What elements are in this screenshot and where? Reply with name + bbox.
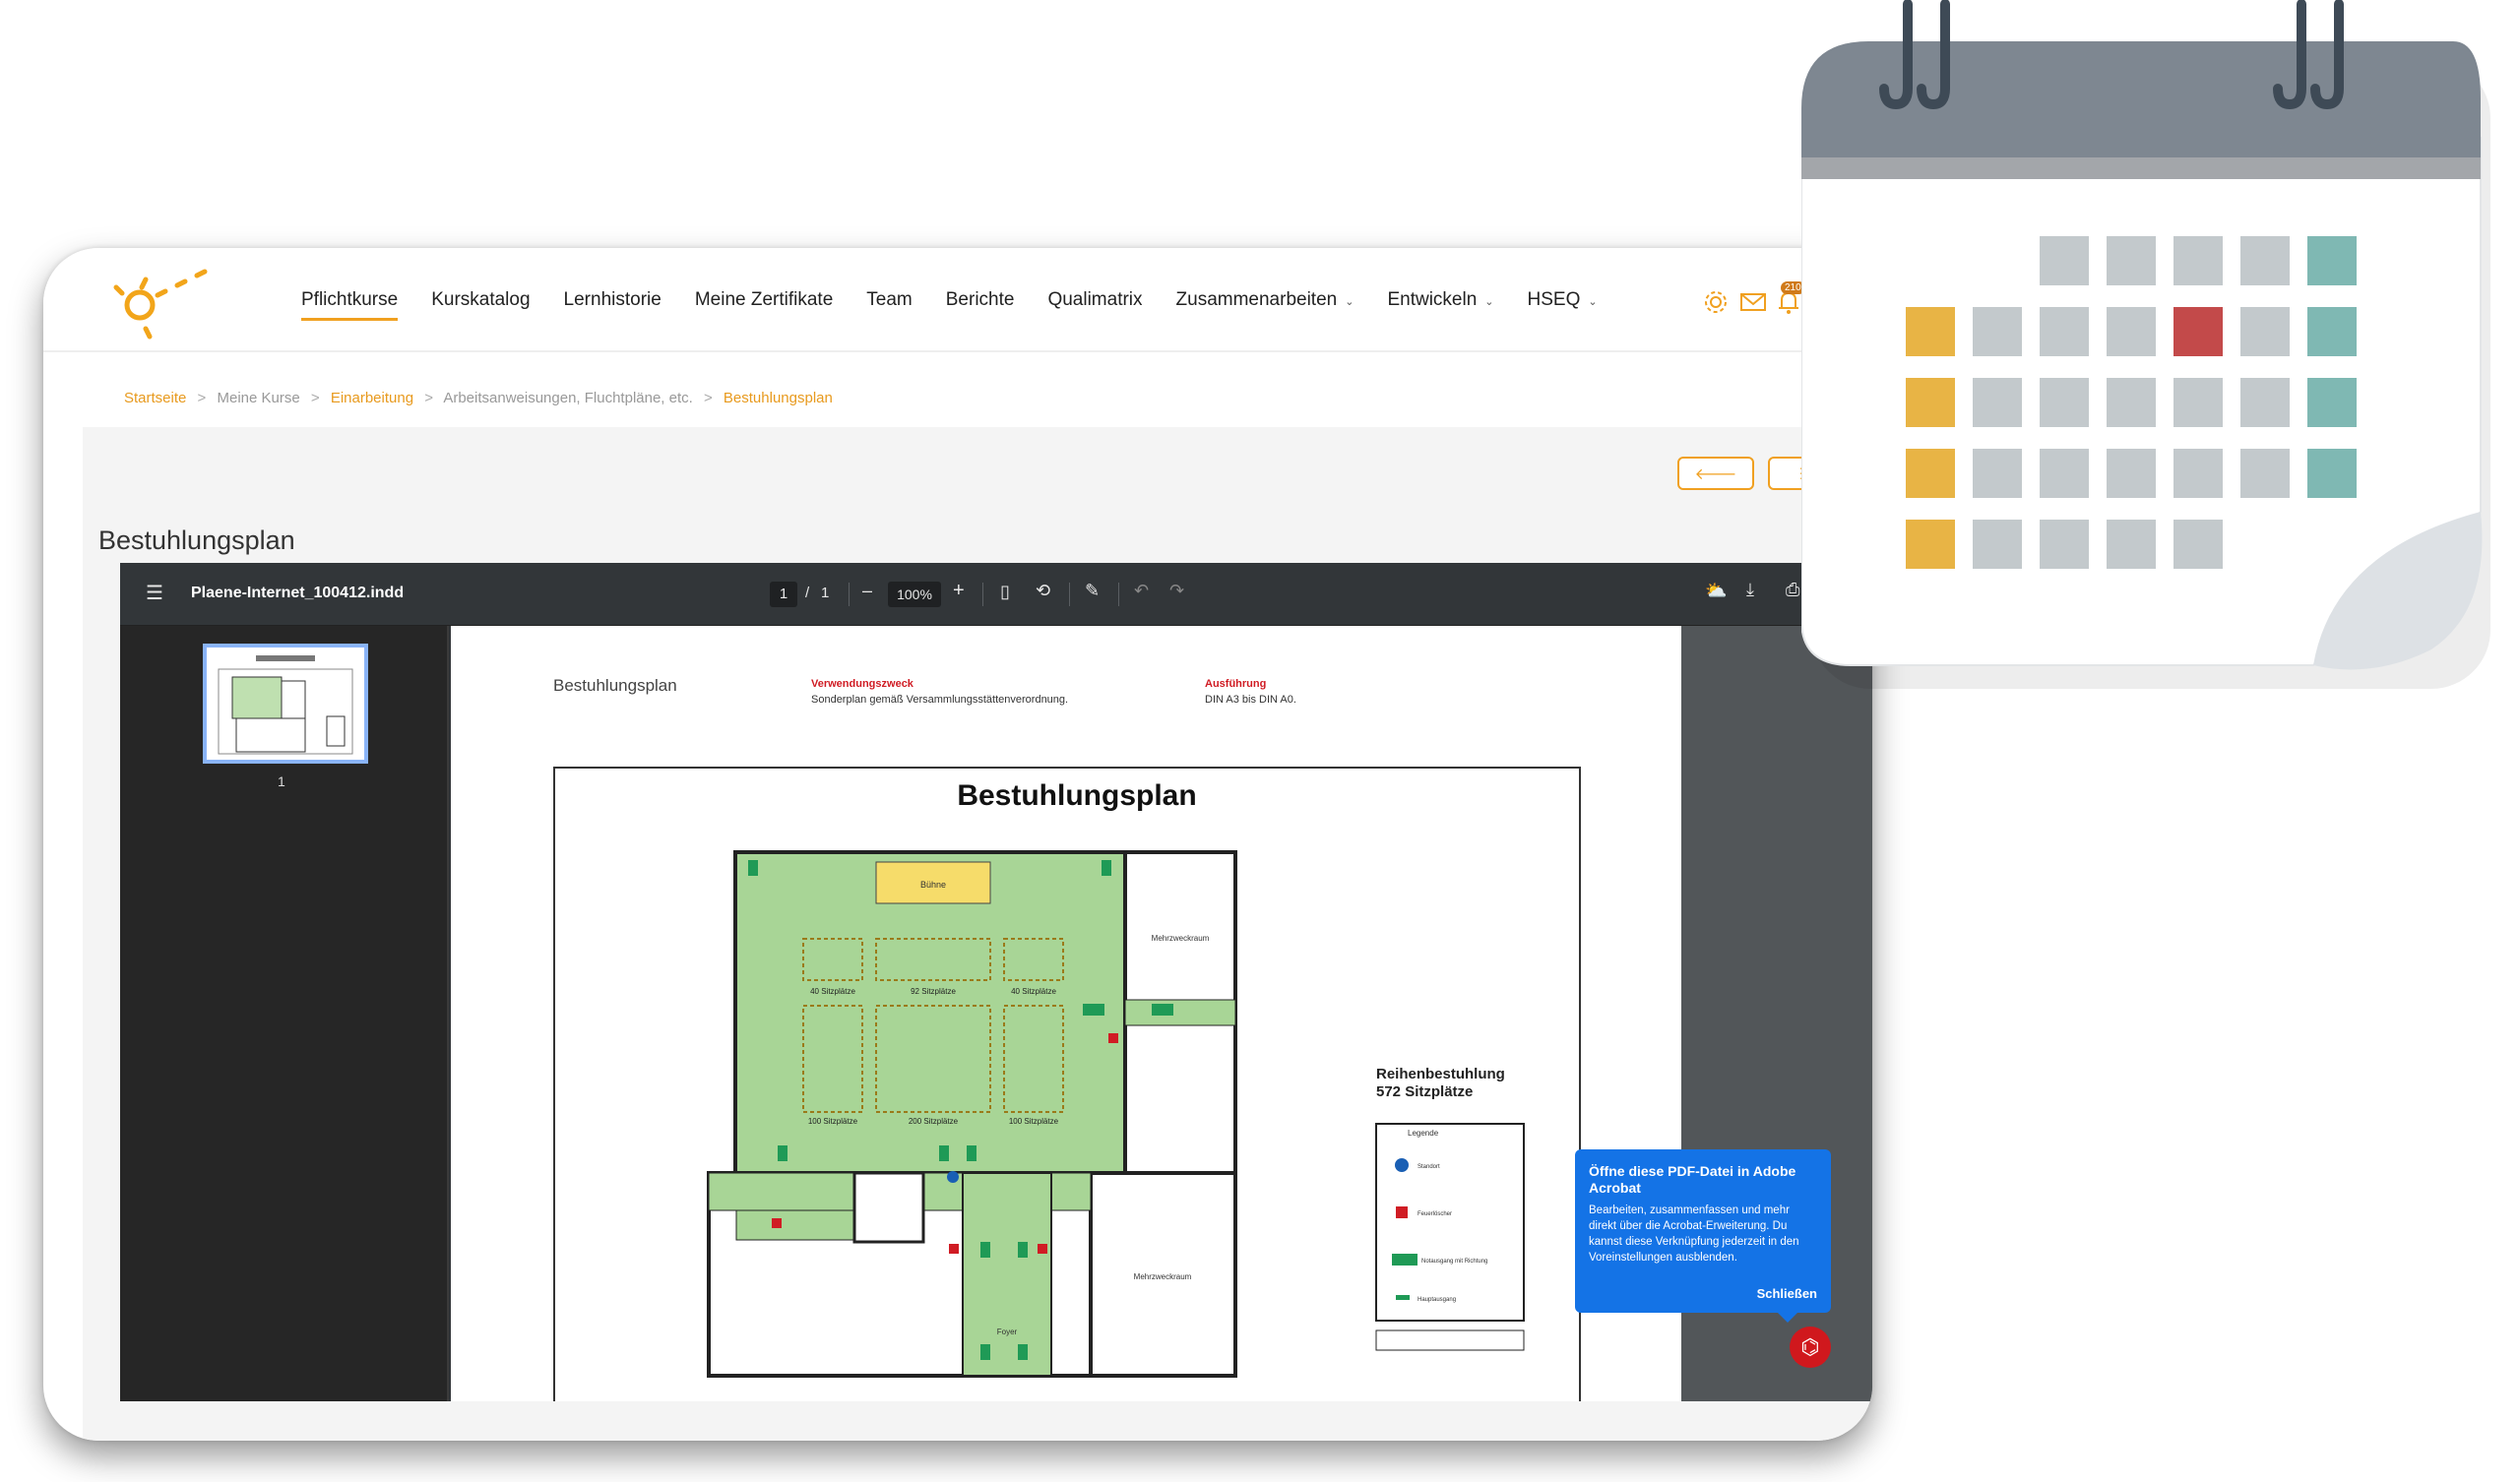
app-window: Pflichtkurse Kurskatalog Lernhistorie Me… — [43, 248, 1872, 1441]
save-to-drive-icon[interactable]: ⛅ — [1705, 581, 1727, 601]
legend-item: Standort — [1418, 1164, 1440, 1170]
stage-label: Bühne — [920, 880, 946, 890]
pdf-page: Bestuhlungsplan Verwendungszweck Sonderp… — [451, 626, 1681, 1401]
breadcrumb-item-bestuhlungsplan[interactable]: Bestuhlungsplan — [724, 390, 833, 406]
print-icon[interactable]: ⎙ — [1786, 580, 1799, 600]
toolbar-divider — [1069, 583, 1070, 606]
chevron-down-icon: ⌄ — [1588, 296, 1598, 308]
arrow-left-icon: 🡐 — [1694, 464, 1737, 483]
execution-label: Ausführung — [1205, 678, 1266, 690]
calendar-illustration — [1801, 0, 2490, 689]
nav-item-berichte[interactable]: Berichte — [946, 289, 1015, 311]
page-separator: / — [805, 585, 810, 601]
back-button[interactable]: 🡐 — [1677, 457, 1754, 490]
rotate-icon[interactable]: ⟲ — [1036, 581, 1050, 601]
plan-title: Bestuhlungsplan — [957, 779, 1196, 812]
document-name: Plaene-Internet_100412.indd — [191, 585, 405, 601]
toolbar-divider — [982, 583, 983, 606]
mail-icon[interactable] — [1738, 287, 1768, 317]
nav-item-label: Entwickeln — [1387, 289, 1478, 310]
acrobat-tooltip-body: Bearbeiten, zusammenfassen und mehr dire… — [1589, 1204, 1799, 1264]
main-nav: Pflichtkurse Kurskatalog Lernhistorie Me… — [301, 248, 1631, 352]
seating-summary-seats: 572 Sitzplätze — [1376, 1083, 1473, 1100]
legend-item: Hauptausgang — [1418, 1297, 1456, 1303]
room-label: Mehrzweckraum — [1134, 1272, 1192, 1281]
thumbnail-sidebar: 1 — [120, 626, 449, 1401]
nav-item-zusammenarbeiten[interactable]: Zusammenarbeiten ⌄ — [1176, 289, 1354, 311]
zoom-input[interactable]: 100% — [888, 582, 941, 607]
breadcrumb-item-arbeitsanweisungen[interactable]: Arbeitsanweisungen, Fluchtpläne, etc. — [443, 390, 692, 406]
pdf-viewer: ☰ Plaene-Internet_100412.indd 1 / 1 – 10… — [120, 563, 1872, 1401]
legend-title: Legende — [1408, 1129, 1439, 1138]
undo-icon[interactable]: ↶ — [1134, 581, 1149, 601]
breadcrumb-item-einarbeitung[interactable]: Einarbeitung — [331, 390, 413, 406]
floor-plan-drawing: Bestuhlungsplan Verwendungszweck Sonderp… — [553, 676, 1581, 1401]
breadcrumb-item-startseite[interactable]: Startseite — [124, 390, 186, 406]
nav-item-label: Zusammenarbeiten — [1175, 289, 1338, 310]
seat-block-label: 40 Sitzplätze — [810, 987, 855, 996]
legend-item: Notausgang mit Richtung — [1421, 1259, 1487, 1265]
seat-block-label: 92 Sitzplätze — [911, 987, 956, 996]
nav-item-qualimatrix[interactable]: Qualimatrix — [1047, 289, 1142, 311]
pdf-header-title: Bestuhlungsplan — [553, 676, 677, 695]
room-label: Mehrzweckraum — [1152, 934, 1210, 943]
seat-block-label: 40 Sitzplätze — [1011, 987, 1056, 996]
nav-item-kurskatalog[interactable]: Kurskatalog — [431, 289, 530, 311]
pdf-toolbar: ☰ Plaene-Internet_100412.indd 1 / 1 – 10… — [120, 563, 1872, 626]
purpose-label: Verwendungszweck — [811, 678, 914, 690]
page-number-input[interactable]: 1 — [770, 582, 797, 607]
breadcrumb-separator: > — [197, 390, 207, 406]
breadcrumb-separator: > — [703, 390, 713, 406]
logo-icon[interactable] — [102, 254, 228, 348]
nav-item-pflichtkurse[interactable]: Pflichtkurse — [301, 289, 399, 321]
legend-item: Feuerlöscher — [1418, 1211, 1452, 1217]
chevron-down-icon: ⌄ — [1345, 296, 1354, 308]
page-title: Bestuhlungsplan — [98, 525, 295, 555]
gear-icon[interactable] — [1701, 287, 1731, 317]
nav-item-hseq[interactable]: HSEQ ⌄ — [1528, 289, 1598, 311]
seat-block-label: 100 Sitzplätze — [808, 1117, 858, 1126]
page-thumbnail[interactable] — [203, 644, 368, 764]
zoom-out-button[interactable]: – — [862, 581, 872, 601]
fit-page-icon[interactable]: ▯ — [1000, 582, 1010, 602]
breadcrumb-separator: > — [424, 390, 433, 406]
seat-block-label: 100 Sitzplätze — [1009, 1117, 1059, 1126]
seat-block-label: 200 Sitzplätze — [909, 1117, 959, 1126]
acrobat-tooltip: Öffne diese PDF-Datei in Adobe Acrobat B… — [1575, 1149, 1831, 1323]
nav-item-lernhistorie[interactable]: Lernhistorie — [564, 289, 662, 311]
nav-item-meine-zertifikate[interactable]: Meine Zertifikate — [695, 289, 833, 311]
top-navigation-bar: Pflichtkurse Kurskatalog Lernhistorie Me… — [43, 248, 1872, 352]
draw-icon[interactable]: ✎ — [1085, 581, 1100, 601]
chevron-down-icon: ⌄ — [1484, 296, 1494, 308]
acrobat-tooltip-close-button[interactable]: Schließen — [1757, 1286, 1817, 1301]
redo-icon[interactable]: ↷ — [1169, 581, 1184, 601]
breadcrumb: Startseite > Meine Kurse > Einarbeitung … — [124, 390, 833, 406]
toolbar-divider — [849, 583, 850, 606]
thumbnail-page-number: 1 — [278, 773, 285, 789]
execution-text: DIN A3 bis DIN A0. — [1205, 694, 1296, 706]
menu-icon[interactable]: ☰ — [146, 581, 163, 605]
nav-item-team[interactable]: Team — [866, 289, 912, 311]
seating-summary-title: Reihenbestuhlung — [1376, 1066, 1505, 1082]
nav-item-entwickeln[interactable]: Entwickeln ⌄ — [1387, 289, 1493, 311]
content-card: 🡐 ☰ Bestuhlungsplan ☰ Plaene-Internet_10… — [83, 427, 1872, 1441]
nav-item-label: HSEQ — [1527, 289, 1581, 310]
thumbnail-preview — [218, 655, 353, 755]
total-pages: 1 — [821, 585, 830, 601]
download-icon[interactable]: ⤓ — [1746, 580, 1754, 600]
toolbar-divider — [1118, 583, 1119, 606]
zoom-in-button[interactable]: + — [953, 580, 965, 602]
acrobat-tooltip-title: Öffne diese PDF-Datei in Adobe Acrobat — [1589, 1163, 1796, 1196]
breadcrumb-separator: > — [310, 390, 320, 406]
purpose-text: Sonderplan gemäß Versammlungsstättenvero… — [811, 694, 1068, 706]
breadcrumb-item-meine-kurse[interactable]: Meine Kurse — [217, 390, 299, 406]
acrobat-icon[interactable]: ⌬ — [1790, 1327, 1831, 1368]
foyer-label: Foyer — [997, 1328, 1018, 1336]
